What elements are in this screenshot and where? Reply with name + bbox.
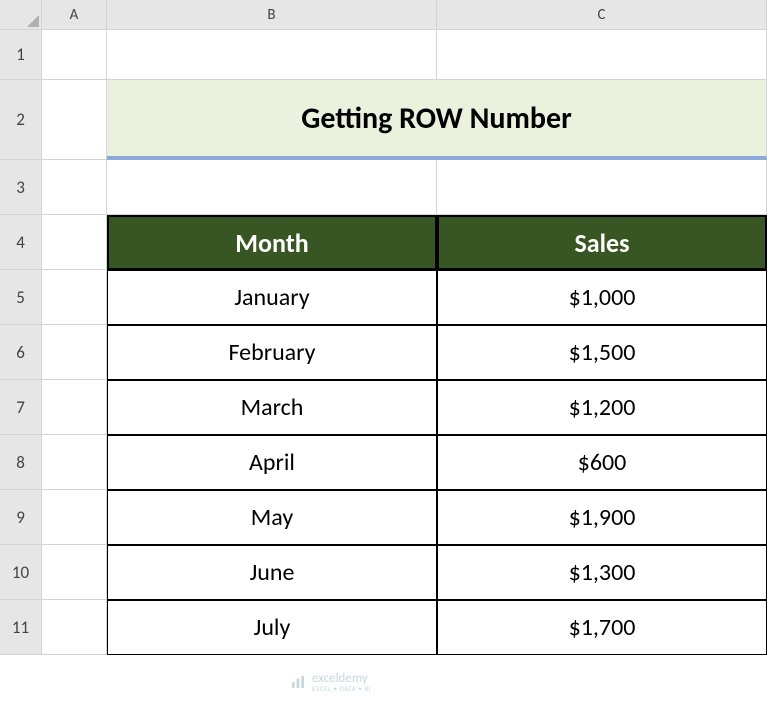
row-header-1[interactable]: 1	[0, 30, 42, 80]
table-cell-sales-2[interactable]: $1,500	[437, 325, 767, 380]
title-cell[interactable]: Getting ROW Number	[107, 80, 767, 160]
table-header-sales[interactable]: Sales	[437, 215, 767, 270]
watermark: exceldemy EXCEL • DATA • BI	[290, 672, 371, 692]
cell-A8[interactable]	[42, 435, 107, 490]
watermark-text: exceldemy EXCEL • DATA • BI	[312, 672, 371, 692]
row-header-9[interactable]: 9	[0, 490, 42, 545]
table-cell-sales-3[interactable]: $1,200	[437, 380, 767, 435]
column-header-A[interactable]: A	[42, 0, 107, 30]
cell-A5[interactable]	[42, 270, 107, 325]
table-cell-month-3[interactable]: March	[107, 380, 437, 435]
row-header-4[interactable]: 4	[0, 215, 42, 270]
cell-A1[interactable]	[42, 30, 107, 80]
table-cell-sales-7[interactable]: $1,700	[437, 600, 767, 655]
table-cell-month-4[interactable]: April	[107, 435, 437, 490]
table-cell-sales-5[interactable]: $1,900	[437, 490, 767, 545]
table-header-month[interactable]: Month	[107, 215, 437, 270]
cell-C3[interactable]	[437, 160, 767, 215]
cell-B1[interactable]	[107, 30, 437, 80]
row-header-2[interactable]: 2	[0, 80, 42, 160]
table-cell-sales-6[interactable]: $1,300	[437, 545, 767, 600]
table-cell-sales-1[interactable]: $1,000	[437, 270, 767, 325]
cell-B3[interactable]	[107, 160, 437, 215]
cell-A9[interactable]	[42, 490, 107, 545]
watermark-icon	[290, 674, 306, 690]
cell-A10[interactable]	[42, 545, 107, 600]
cell-A11[interactable]	[42, 600, 107, 655]
row-header-6[interactable]: 6	[0, 325, 42, 380]
row-header-11[interactable]: 11	[0, 600, 42, 655]
table-cell-month-7[interactable]: July	[107, 600, 437, 655]
table-cell-month-5[interactable]: May	[107, 490, 437, 545]
row-header-10[interactable]: 10	[0, 545, 42, 600]
column-header-B[interactable]: B	[107, 0, 437, 30]
table-cell-month-2[interactable]: February	[107, 325, 437, 380]
watermark-tagline: EXCEL • DATA • BI	[312, 685, 371, 692]
select-all-corner[interactable]	[0, 0, 42, 30]
row-header-7[interactable]: 7	[0, 380, 42, 435]
row-header-3[interactable]: 3	[0, 160, 42, 215]
row-header-8[interactable]: 8	[0, 435, 42, 490]
table-cell-month-1[interactable]: January	[107, 270, 437, 325]
spreadsheet-grid: A B C 1 2 Getting ROW Number 3 4 Month S…	[0, 0, 767, 655]
cell-A7[interactable]	[42, 380, 107, 435]
cell-A2[interactable]	[42, 80, 107, 160]
table-cell-month-6[interactable]: June	[107, 545, 437, 600]
cell-A6[interactable]	[42, 325, 107, 380]
cell-A4[interactable]	[42, 215, 107, 270]
cell-A3[interactable]	[42, 160, 107, 215]
row-header-5[interactable]: 5	[0, 270, 42, 325]
cell-C1[interactable]	[437, 30, 767, 80]
table-cell-sales-4[interactable]: $600	[437, 435, 767, 490]
column-header-C[interactable]: C	[437, 0, 767, 30]
